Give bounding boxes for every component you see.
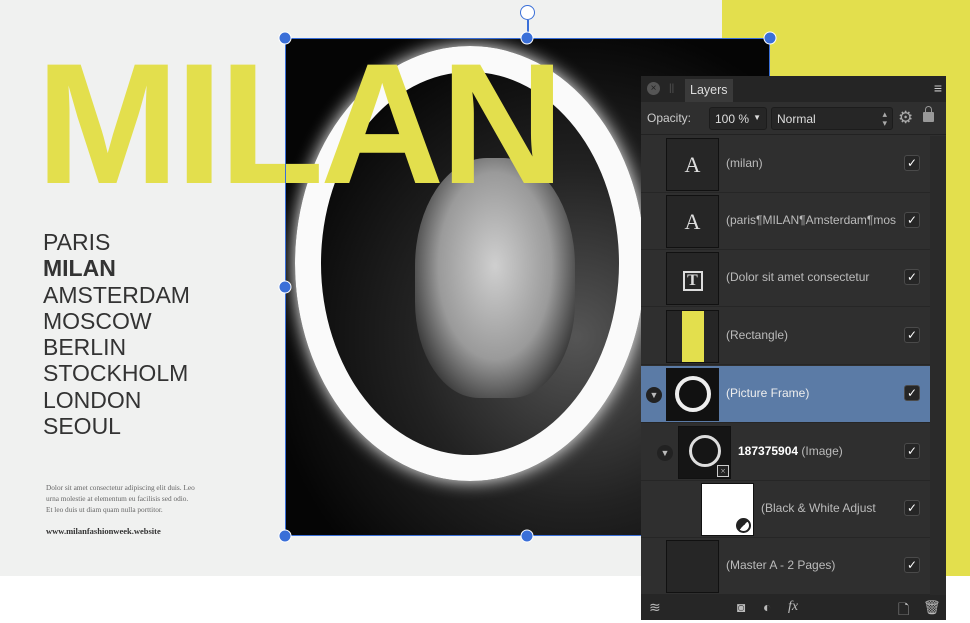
grip-icon[interactable]: || [669, 83, 674, 94]
blend-mode-value: Normal [777, 112, 816, 126]
layer-row-selected[interactable]: ▼ (Picture Frame) ✓ [641, 366, 930, 423]
layer-name: (Picture Frame) [726, 386, 810, 400]
website-text[interactable]: www.milanfashionweek.website [46, 526, 161, 536]
text-frame-thumb: T [666, 252, 719, 305]
collapse-icon[interactable]: ▼ [646, 387, 662, 403]
visibility-checkbox[interactable]: ✓ [904, 557, 920, 573]
resize-handle[interactable] [520, 31, 534, 45]
lock-icon[interactable] [923, 106, 934, 122]
visibility-checkbox[interactable]: ✓ [904, 269, 920, 285]
dropdown-icon: ▼ [753, 113, 761, 122]
layer-name: (Master A - 2 Pages) [726, 558, 836, 572]
opacity-field[interactable]: 100 % ▼ [709, 107, 767, 130]
visibility-checkbox[interactable]: ✓ [904, 500, 920, 516]
layers-stack-icon[interactable]: ≋ [649, 599, 661, 616]
layer-row[interactable]: (Black & White Adjust ✓ [641, 481, 930, 538]
city: BERLIN [43, 334, 127, 361]
resize-handle[interactable] [520, 529, 534, 543]
resize-handle[interactable] [278, 529, 292, 543]
blend-mode-select[interactable]: Normal ▴ ▾ [771, 107, 893, 130]
layer-row[interactable]: ▼ × 187375904 (Image) ✓ [641, 424, 930, 481]
visibility-checkbox[interactable]: ✓ [904, 155, 920, 171]
adjustment-icon [736, 518, 751, 533]
mask-icon: × [717, 465, 729, 477]
mask-layer-icon[interactable]: ◙ [737, 599, 745, 615]
layers-panel: × || Layers ≡ Opacity: 100 % ▼ Normal ▴ ▾ ⚙… [641, 76, 946, 620]
layer-name: (paris¶MILAN¶Amsterdam¶moscow [726, 213, 896, 227]
resize-handle[interactable] [278, 280, 292, 294]
text-layer-thumb: A [666, 138, 719, 191]
opacity-label: Opacity: [647, 111, 692, 125]
layer-name: (Black & White Adjust [761, 501, 876, 515]
panel-footer: ≋ ◙ ◐ fx 🗋 🗑 [641, 595, 946, 620]
layer-row[interactable]: (Master A - 2 Pages) ✓ [641, 538, 930, 595]
adjustment-thumb [701, 483, 754, 536]
city: PARIS [43, 229, 111, 255]
layer-row[interactable]: A (paris¶MILAN¶Amsterdam¶moscow ✓ [641, 193, 930, 250]
tab-layers[interactable]: Layers [685, 79, 733, 102]
fx-icon[interactable]: fx [788, 599, 798, 615]
collapse-icon[interactable]: ▼ [657, 445, 673, 461]
scrollbar[interactable] [930, 136, 946, 595]
image-id: 187375904 [738, 444, 799, 458]
city: MOSCOW [43, 307, 152, 334]
opacity-row: Opacity: 100 % ▼ Normal ▴ ▾ ⚙ [641, 102, 946, 135]
trash-icon[interactable]: 🗑 [923, 599, 941, 616]
opacity-value: 100 % [715, 112, 750, 126]
adjustment-layer-icon[interactable]: ◐ [763, 599, 771, 615]
city: STOCKHOLM [43, 360, 189, 387]
city: SEOUL [43, 413, 121, 440]
layer-name: (Dolor sit amet consectetur [726, 270, 870, 284]
panel-tabbar: × || Layers ≡ [641, 76, 946, 102]
stepper-icon: ▴ ▾ [882, 109, 887, 128]
picture-frame-thumb [666, 368, 719, 421]
text-frame-icon: T [682, 270, 703, 291]
visibility-checkbox[interactable]: ✓ [904, 443, 920, 459]
layer-type: (Image) [801, 444, 843, 458]
master-page-thumb [666, 540, 719, 593]
close-icon[interactable]: × [647, 82, 660, 95]
visibility-checkbox[interactable]: ✓ [904, 212, 920, 228]
new-layer-icon[interactable]: 🗋 [898, 599, 909, 623]
visibility-checkbox[interactable]: ✓ [904, 385, 920, 401]
image-thumb: × [678, 426, 731, 479]
layer-row[interactable]: A (milan) ✓ [641, 136, 930, 193]
panel-menu-icon[interactable]: ≡ [934, 80, 942, 96]
resize-handle[interactable] [763, 31, 777, 45]
rotation-handle[interactable] [520, 5, 535, 20]
resize-handle[interactable] [278, 31, 292, 45]
layer-row[interactable]: T (Dolor sit amet consectetur ✓ [641, 250, 930, 307]
text-layer-thumb: A [666, 195, 719, 248]
gear-icon[interactable]: ⚙ [898, 108, 913, 128]
city-list[interactable]: PARIS MILAN AMSTERDAM MOSCOW BERLIN STOC… [43, 229, 190, 439]
city: LONDON [43, 386, 142, 413]
layer-name: 187375904 (Image) [738, 444, 908, 458]
rectangle-thumb [666, 310, 719, 363]
layer-name: (Rectangle) [726, 328, 789, 342]
city: AMSTERDAM [43, 281, 190, 308]
body-text[interactable]: Dolor sit amet consectetur adipiscing el… [46, 482, 196, 515]
layer-name: (milan) [726, 156, 763, 170]
city: MILAN [43, 255, 116, 282]
layer-row[interactable]: (Rectangle) ✓ [641, 308, 930, 365]
visibility-checkbox[interactable]: ✓ [904, 327, 920, 343]
